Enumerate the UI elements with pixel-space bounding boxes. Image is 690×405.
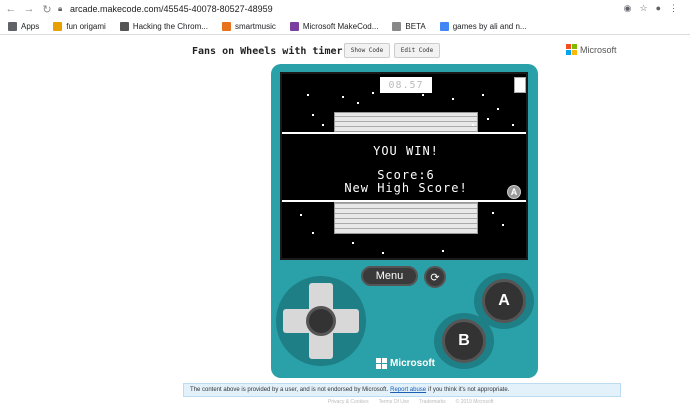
footer-link[interactable]: Terms Of Use [379,399,410,405]
bookmark-item[interactable]: BETA [392,21,426,31]
a-button-prompt-icon: A [507,185,521,199]
user-content-notice: The content above is provided by a user,… [183,383,621,397]
reload-icon[interactable]: ↻ [40,2,54,16]
bookmark-item[interactable]: Apps [8,21,40,31]
screen-speck [352,242,354,244]
screen-speck [497,108,499,110]
bookmark-label: Apps [21,21,40,31]
notice-text: The content above is provided by a user,… [190,387,389,393]
notice-text-end: if you think it's not appropriate. [428,387,510,393]
bookmark-item[interactable]: Microsoft MakeCod... [289,21,379,31]
back-arrow-icon[interactable]: ← [4,2,18,16]
footer-link[interactable]: Privacy & Cookies [328,399,369,405]
bookmark-label: smartmusic [234,21,276,31]
dpad-center[interactable] [306,306,336,336]
origami-icon [53,21,63,31]
address-bar[interactable]: 🔒︎ arcade.makecode.com/45545-40078-80527… [58,1,682,17]
apps-grid-icon [8,21,17,31]
screen-speck [442,250,444,252]
makecode-icon [289,21,299,31]
bookmark-star-icon[interactable]: ☆ [639,3,647,14]
restart-icon[interactable]: ⟳ [424,266,446,288]
bookmark-item[interactable]: games by ali and n... [439,21,527,31]
bookmark-label: fun origami [66,21,106,31]
screen-speck [487,118,489,120]
brick-wall-bottom [334,202,478,234]
smartmusic-icon [221,21,231,31]
console-microsoft-logo: Microsoft [376,358,435,369]
screen-speck [342,96,344,98]
screen-speck [357,102,359,104]
screen-speck [382,252,384,254]
screen-speck [492,212,494,214]
microsoft-brand-text: Microsoft [580,44,617,55]
screen-corner-box [514,77,526,93]
browser-toolbar: ← → ↻ 🔒︎ arcade.makecode.com/45545-40078… [0,0,690,18]
screen-speck [482,94,484,96]
game-screen[interactable]: 08.57 YOU WIN! Score:6 New High Score! A [280,72,528,260]
win-message: YOU WIN! [373,144,439,158]
bookmark-label: games by ali and n... [452,21,527,31]
forward-arrow-icon[interactable]: → [22,2,36,16]
page-title: Fans on Wheels with timer [192,46,343,57]
screen-speck [322,124,324,126]
divider-top [282,132,526,134]
edit-code-button[interactable]: Edit Code [394,43,440,58]
user-icon[interactable]: ● [656,3,661,14]
microsoft-squares-icon [566,44,577,55]
screen-speck [300,214,302,216]
a-button[interactable]: A [482,279,526,323]
beta-icon [392,21,402,31]
docs-icon [439,21,449,31]
bookmarks-bar: Apps fun origami Hacking the Chrom... smart… [0,18,690,35]
show-code-button[interactable]: Show Code [344,43,390,58]
screen-speck [312,114,314,116]
footer-links: Privacy & Cookies Terms Of Use Trademarks ©… [328,399,494,405]
bookmark-item[interactable]: fun origami [53,21,106,31]
report-abuse-link[interactable]: Report abuse [390,387,426,393]
high-score-text: New High Score! [344,181,468,195]
bookmark-label: Hacking the Chrom... [132,21,208,31]
screen-speck [307,94,309,96]
screen-speck [372,92,374,94]
footer-link[interactable]: Trademarks [419,399,446,405]
bookmark-label: BETA [405,21,426,31]
screen-speck [512,124,514,126]
lock-icon: 🔒︎ [58,4,63,13]
footer-link[interactable]: © 2019 Microsoft [456,399,494,405]
ms-icon [119,21,129,31]
game-timer: 08.57 [380,77,432,93]
console-brand-text: Microsoft [390,358,435,369]
menu-dots-icon[interactable]: ⋮ [669,3,678,14]
score-text: Score:6 [377,168,435,182]
brick-wall-top [334,112,478,132]
microsoft-logo[interactable]: Microsoft [566,44,617,55]
b-button[interactable]: B [442,319,486,363]
extension-icon[interactable]: ◉ [624,3,632,14]
bookmark-item[interactable]: smartmusic [221,21,276,31]
screen-speck [312,232,314,234]
screen-speck [452,98,454,100]
screen-speck [472,124,474,126]
screen-speck [422,94,424,96]
bookmark-label: Microsoft MakeCod... [302,21,379,31]
url-text[interactable]: arcade.makecode.com/45545-40078-80527-48… [70,4,273,14]
bookmark-item[interactable]: Hacking the Chrom... [119,21,208,31]
screen-speck [502,224,504,226]
microsoft-squares-icon [376,358,387,369]
menu-button[interactable]: Menu [361,266,418,286]
